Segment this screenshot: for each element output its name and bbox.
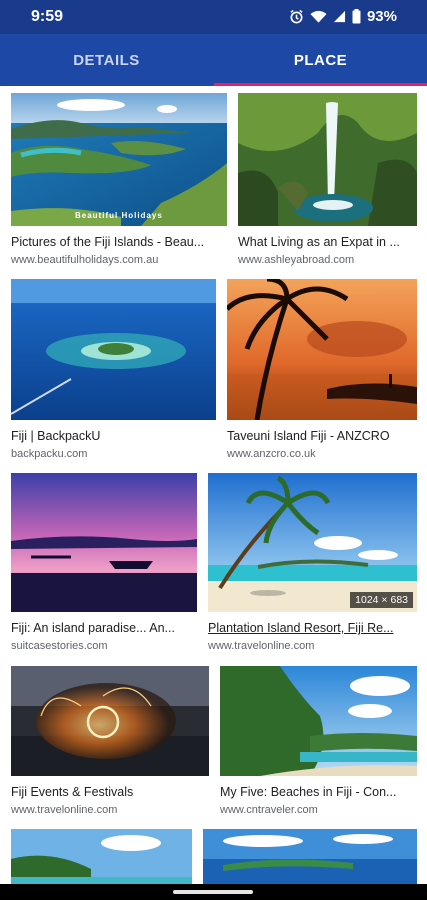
result-card[interactable]: What Living as an Expat in ... www.ashle…: [238, 93, 417, 273]
signal-icon: [333, 10, 346, 23]
result-card[interactable]: Beautiful Holidays Pictures of the Fiji …: [11, 93, 227, 273]
result-source: suitcasestories.com: [11, 640, 108, 652]
result-title[interactable]: Fiji Events & Festivals: [11, 785, 209, 799]
image-dimensions-badge: 1024 × 683: [350, 592, 413, 608]
result-thumbnail[interactable]: [220, 666, 417, 776]
tab-details[interactable]: DETAILS: [0, 34, 213, 86]
battery-percent: 93%: [366, 8, 397, 25]
result-title[interactable]: Plantation Island Resort, Fiji Re...: [208, 621, 417, 635]
alarm-icon: [289, 9, 304, 24]
image-watermark: Beautiful Holidays: [75, 211, 163, 220]
result-card[interactable]: [203, 829, 417, 886]
result-title[interactable]: What Living as an Expat in ...: [238, 235, 417, 249]
result-thumbnail[interactable]: [238, 93, 417, 226]
result-source: backpacku.com: [11, 448, 88, 460]
result-source: www.travelonline.com: [208, 640, 315, 652]
result-card[interactable]: 1024 × 683 Plantation Island Resort, Fij…: [208, 473, 417, 653]
result-card[interactable]: My Five: Beaches in Fiji - Con... www.cn…: [220, 666, 417, 846]
home-gesture-handle[interactable]: [173, 890, 253, 894]
system-navigation-bar: [0, 884, 427, 900]
result-title[interactable]: Fiji | BackpackU: [11, 429, 216, 443]
battery-icon: [352, 9, 361, 24]
result-title[interactable]: Pictures of the Fiji Islands - Beau...: [11, 235, 227, 249]
result-card[interactable]: Fiji | BackpackU backpacku.com: [11, 279, 216, 464]
result-source: www.anzcro.co.uk: [227, 448, 316, 460]
status-time: 9:59: [31, 8, 64, 25]
image-results-grid[interactable]: Beautiful Holidays Pictures of the Fiji …: [0, 86, 427, 886]
result-card[interactable]: Fiji: An island paradise... An... suitca…: [11, 473, 197, 653]
result-source: www.cntraveler.com: [220, 804, 318, 816]
result-thumbnail[interactable]: [11, 473, 197, 612]
result-thumbnail[interactable]: [203, 829, 417, 886]
result-card[interactable]: [11, 829, 192, 886]
result-title[interactable]: Taveuni Island Fiji - ANZCRO: [227, 429, 417, 443]
result-thumbnail[interactable]: [227, 279, 417, 420]
result-title[interactable]: Fiji: An island paradise... An...: [11, 621, 197, 635]
result-thumbnail[interactable]: Beautiful Holidays: [11, 93, 227, 226]
status-icons: 93%: [289, 8, 397, 25]
result-card[interactable]: Fiji Events & Festivals www.travelonline…: [11, 666, 209, 846]
wifi-icon: [310, 10, 327, 24]
result-source: www.travelonline.com: [11, 804, 118, 816]
tab-bar: DETAILS PLACE: [0, 34, 427, 86]
result-source: www.beautifulholidays.com.au: [11, 254, 159, 266]
result-title[interactable]: My Five: Beaches in Fiji - Con...: [220, 785, 417, 799]
result-thumbnail[interactable]: [11, 829, 192, 886]
status-bar: 9:59 93%: [0, 0, 427, 34]
result-thumbnail[interactable]: [11, 279, 216, 420]
result-source: www.ashleyabroad.com: [238, 254, 355, 266]
tab-place[interactable]: PLACE: [214, 34, 427, 86]
result-thumbnail[interactable]: 1024 × 683: [208, 473, 417, 612]
result-thumbnail[interactable]: [11, 666, 209, 776]
result-card[interactable]: Taveuni Island Fiji - ANZCRO www.anzcro.…: [227, 279, 417, 464]
